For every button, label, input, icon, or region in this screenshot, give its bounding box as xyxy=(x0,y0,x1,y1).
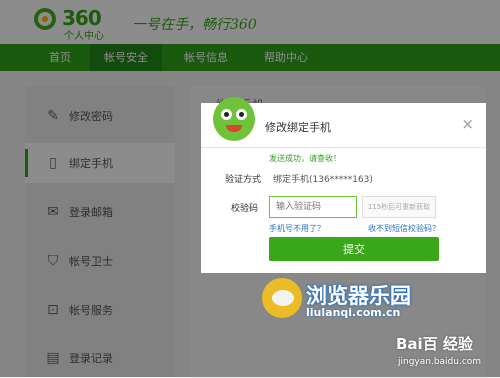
verify-method-value: 绑定手机(136*****163) xyxy=(273,175,373,185)
submit-button[interactable]: 提交 xyxy=(269,237,439,261)
code-label: 校验码 xyxy=(231,204,259,214)
baidu-logo: Bai百 经验 xyxy=(396,335,473,353)
no-sms-code-link[interactable]: 收不到短信校验码？ xyxy=(368,223,440,234)
phone-not-used-link[interactable]: 手机号不用了？ xyxy=(269,223,325,234)
verification-code-input[interactable] xyxy=(269,196,357,218)
change-phone-dialog: 修改绑定手机 × 发送成功，请查收！ 验证方式 绑定手机(136*****163… xyxy=(201,97,486,273)
resend-code-button[interactable]: 115秒后可重新获取 xyxy=(362,196,436,218)
verify-method-label: 验证方式 xyxy=(225,175,262,185)
mascot-icon xyxy=(213,97,255,141)
baidu-url: jingyan.baidu.com xyxy=(398,357,482,367)
watermark-bird-icon xyxy=(262,278,302,318)
success-message: 发送成功，请查收！ xyxy=(269,154,341,163)
dialog-title: 修改绑定手机 xyxy=(265,121,331,134)
dialog-header: 修改绑定手机 × xyxy=(201,97,486,148)
watermark-url: liulanqi.com.cn xyxy=(306,306,401,319)
close-icon[interactable]: × xyxy=(461,115,474,133)
